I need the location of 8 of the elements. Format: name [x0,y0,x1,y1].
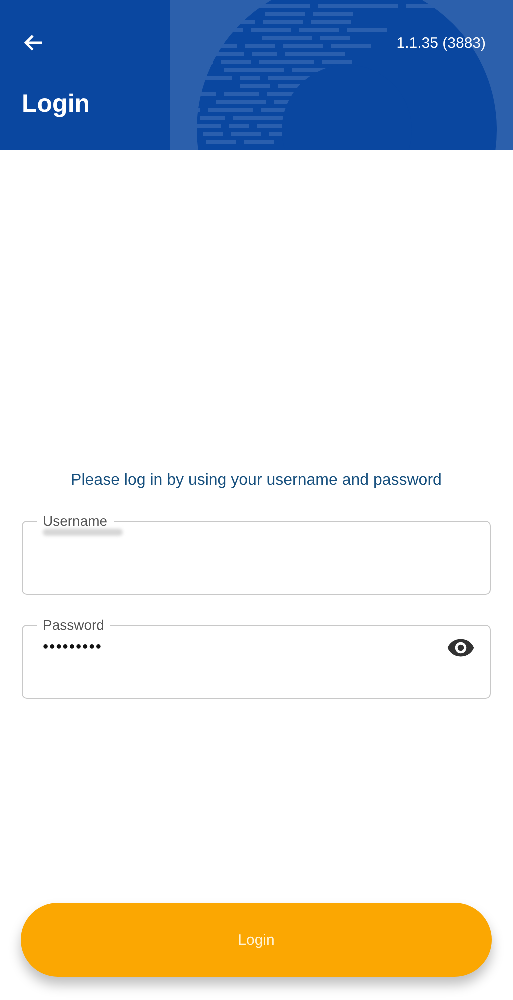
input-field[interactable]: Username [22,513,491,595]
field-label: Username [42,513,109,529]
field-value: ••••••••• [43,639,104,657]
app-version: 1.1.35 (3883) [396,34,486,52]
page-title: Login [22,90,90,119]
field-label: Password [42,617,106,633]
input-field[interactable]: Password ••••••••• [22,617,491,699]
login-instruction: Please log in by using your username and password [70,472,443,490]
